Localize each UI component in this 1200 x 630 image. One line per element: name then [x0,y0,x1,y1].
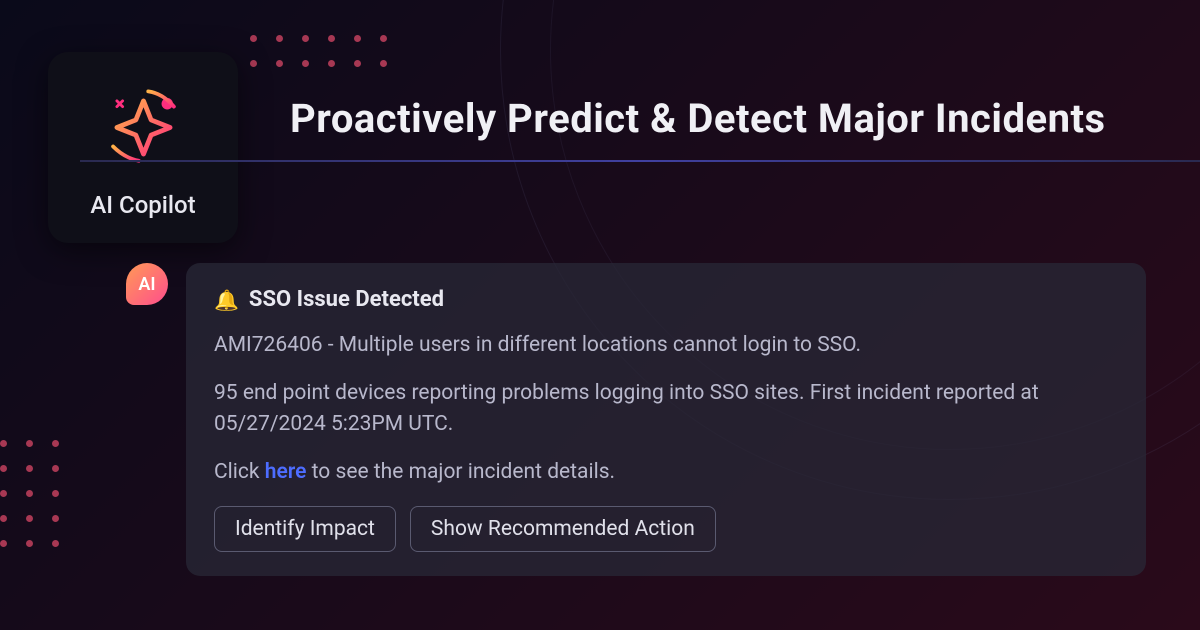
cta-prefix: Click [214,460,265,484]
chat-message-row: AI 🔔 SSO Issue Detected AMI726406 - Mult… [126,263,1146,576]
message-body-line: AMI726406 - Multiple users in different … [214,330,1118,362]
message-title: 🔔 SSO Issue Detected [214,287,1118,312]
identify-impact-button[interactable]: Identify Impact [214,506,396,552]
copilot-label: AI Copilot [90,191,195,219]
message-card: 🔔 SSO Issue Detected AMI726406 - Multipl… [186,263,1146,576]
message-body-line: 95 end point devices reporting problems … [214,378,1118,441]
cta-suffix: to see the major incident details. [306,460,615,484]
decorative-dots [0,440,60,547]
divider [80,160,1200,162]
show-recommended-action-button[interactable]: Show Recommended Action [410,506,716,552]
message-cta-line: Click here to see the major incident det… [214,457,1118,489]
action-row: Identify Impact Show Recommended Action [214,506,1118,552]
details-link[interactable]: here [265,460,307,484]
avatar: AI [126,263,168,305]
message-title-text: SSO Issue Detected [249,287,444,312]
avatar-initials: AI [138,274,155,295]
page-title: Proactively Predict & Detect Major Incid… [290,95,1106,142]
decorative-dots [250,35,388,67]
bell-icon: 🔔 [214,288,239,312]
copilot-card: AI Copilot [48,52,238,243]
